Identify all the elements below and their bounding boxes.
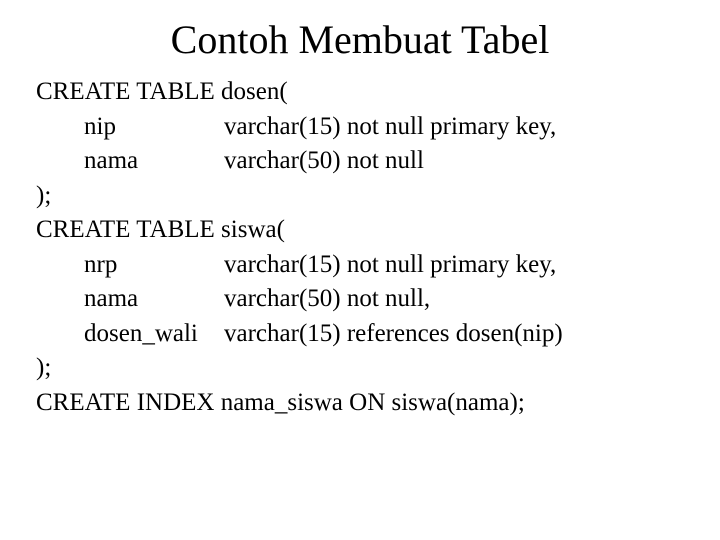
column-def: varchar(15) not null primary key, [224, 248, 556, 283]
code-line: dosen_wali varchar(15) references dosen(… [36, 317, 684, 352]
column-name: nama [84, 144, 224, 179]
slide-title: Contoh Membuat Tabel [0, 0, 720, 67]
code-line: CREATE INDEX nama_siswa ON siswa(nama); [36, 386, 684, 421]
slide-body: CREATE TABLE dosen( nip varchar(15) not … [0, 67, 720, 420]
code-line: nip varchar(15) not null primary key, [36, 110, 684, 145]
code-line: nama varchar(50) not null, [36, 282, 684, 317]
column-def: varchar(50) not null, [224, 282, 430, 317]
code-line: ); [36, 351, 684, 386]
code-line: CREATE TABLE siswa( [36, 213, 684, 248]
column-def: varchar(15) references dosen(nip) [224, 317, 563, 352]
code-line: CREATE TABLE dosen( [36, 75, 684, 110]
column-def: varchar(50) not null [224, 144, 424, 179]
code-line: nrp varchar(15) not null primary key, [36, 248, 684, 283]
column-def: varchar(15) not null primary key, [224, 110, 556, 145]
slide: Contoh Membuat Tabel CREATE TABLE dosen(… [0, 0, 720, 540]
column-name: dosen_wali [84, 317, 224, 352]
column-name: nrp [84, 248, 224, 283]
column-name: nama [84, 282, 224, 317]
code-line: nama varchar(50) not null [36, 144, 684, 179]
column-name: nip [84, 110, 224, 145]
code-line: ); [36, 179, 684, 214]
